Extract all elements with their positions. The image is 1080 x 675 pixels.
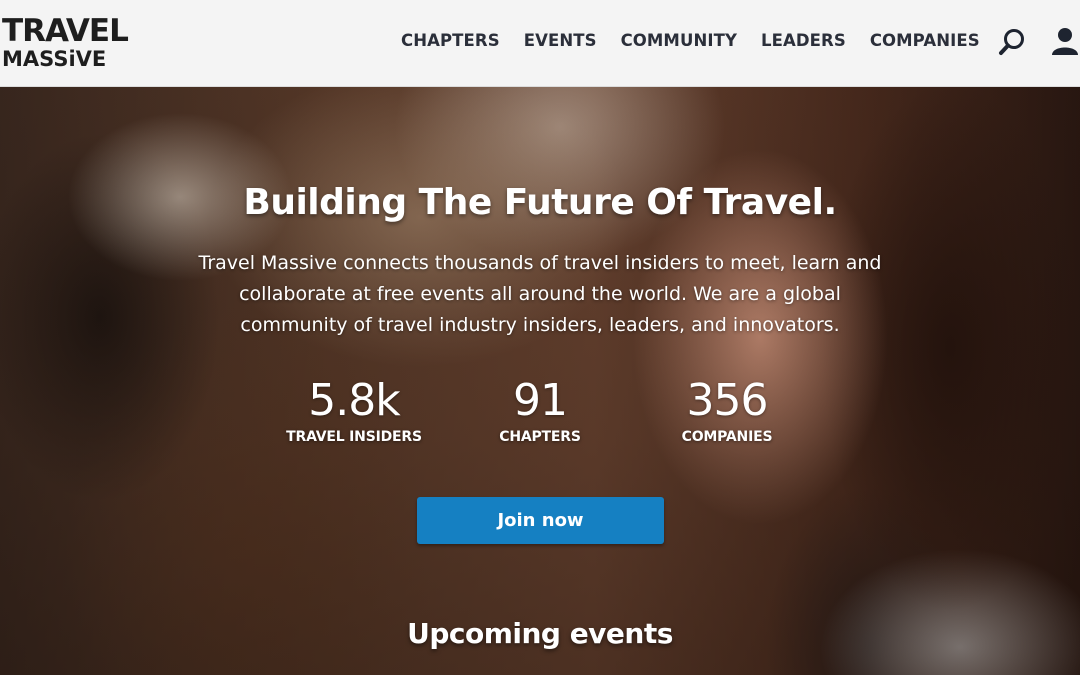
stat-value: 5.8k [308,375,400,426]
stat-travel-insiders: 5.8k TRAVEL INSIDERS [264,375,444,445]
logo-line-2: MASSiVE [2,47,107,71]
user-account-button[interactable] [1049,24,1080,58]
stat-value: 356 [686,375,769,426]
hero-tagline: Travel Massive connects thousands of tra… [198,252,882,336]
stat-label: TRAVEL INSIDERS [286,429,422,445]
nav-item-companies[interactable]: COMPANIES [858,31,992,50]
join-now-button[interactable]: Join now [417,497,664,544]
hero-section: Building The Future Of Travel. Travel Ma… [0,87,1080,675]
hero-content: Building The Future Of Travel. Travel Ma… [0,87,1080,675]
search-icon [999,29,1024,55]
nav-item-chapters[interactable]: CHAPTERS [390,31,512,50]
nav-item-community[interactable]: COMMUNITY [609,31,749,50]
user-icon [1052,28,1078,55]
stat-companies: 356 COMPANIES [637,375,817,445]
upcoming-events-heading: Upcoming events [407,617,673,650]
travel-massive-logo[interactable]: TRAVEL MASSiVE [0,14,129,72]
search-button[interactable] [997,24,1029,58]
stat-value: 91 [513,375,568,426]
hero-headline: Building The Future Of Travel. [243,182,837,223]
main-nav: CHAPTERS EVENTS COMMUNITY LEADERS COMPAN… [390,31,992,50]
stat-label: COMPANIES [681,429,773,445]
site-header: TRAVEL MASSiVE CHAPTERS EVENTS COMMUNITY… [0,0,1080,87]
logo-line-1: TRAVEL [2,13,129,49]
nav-item-events[interactable]: EVENTS [512,31,609,50]
stat-label: CHAPTERS [499,429,581,445]
nav-item-leaders[interactable]: LEADERS [749,31,858,50]
stat-chapters: 91 CHAPTERS [450,375,630,445]
